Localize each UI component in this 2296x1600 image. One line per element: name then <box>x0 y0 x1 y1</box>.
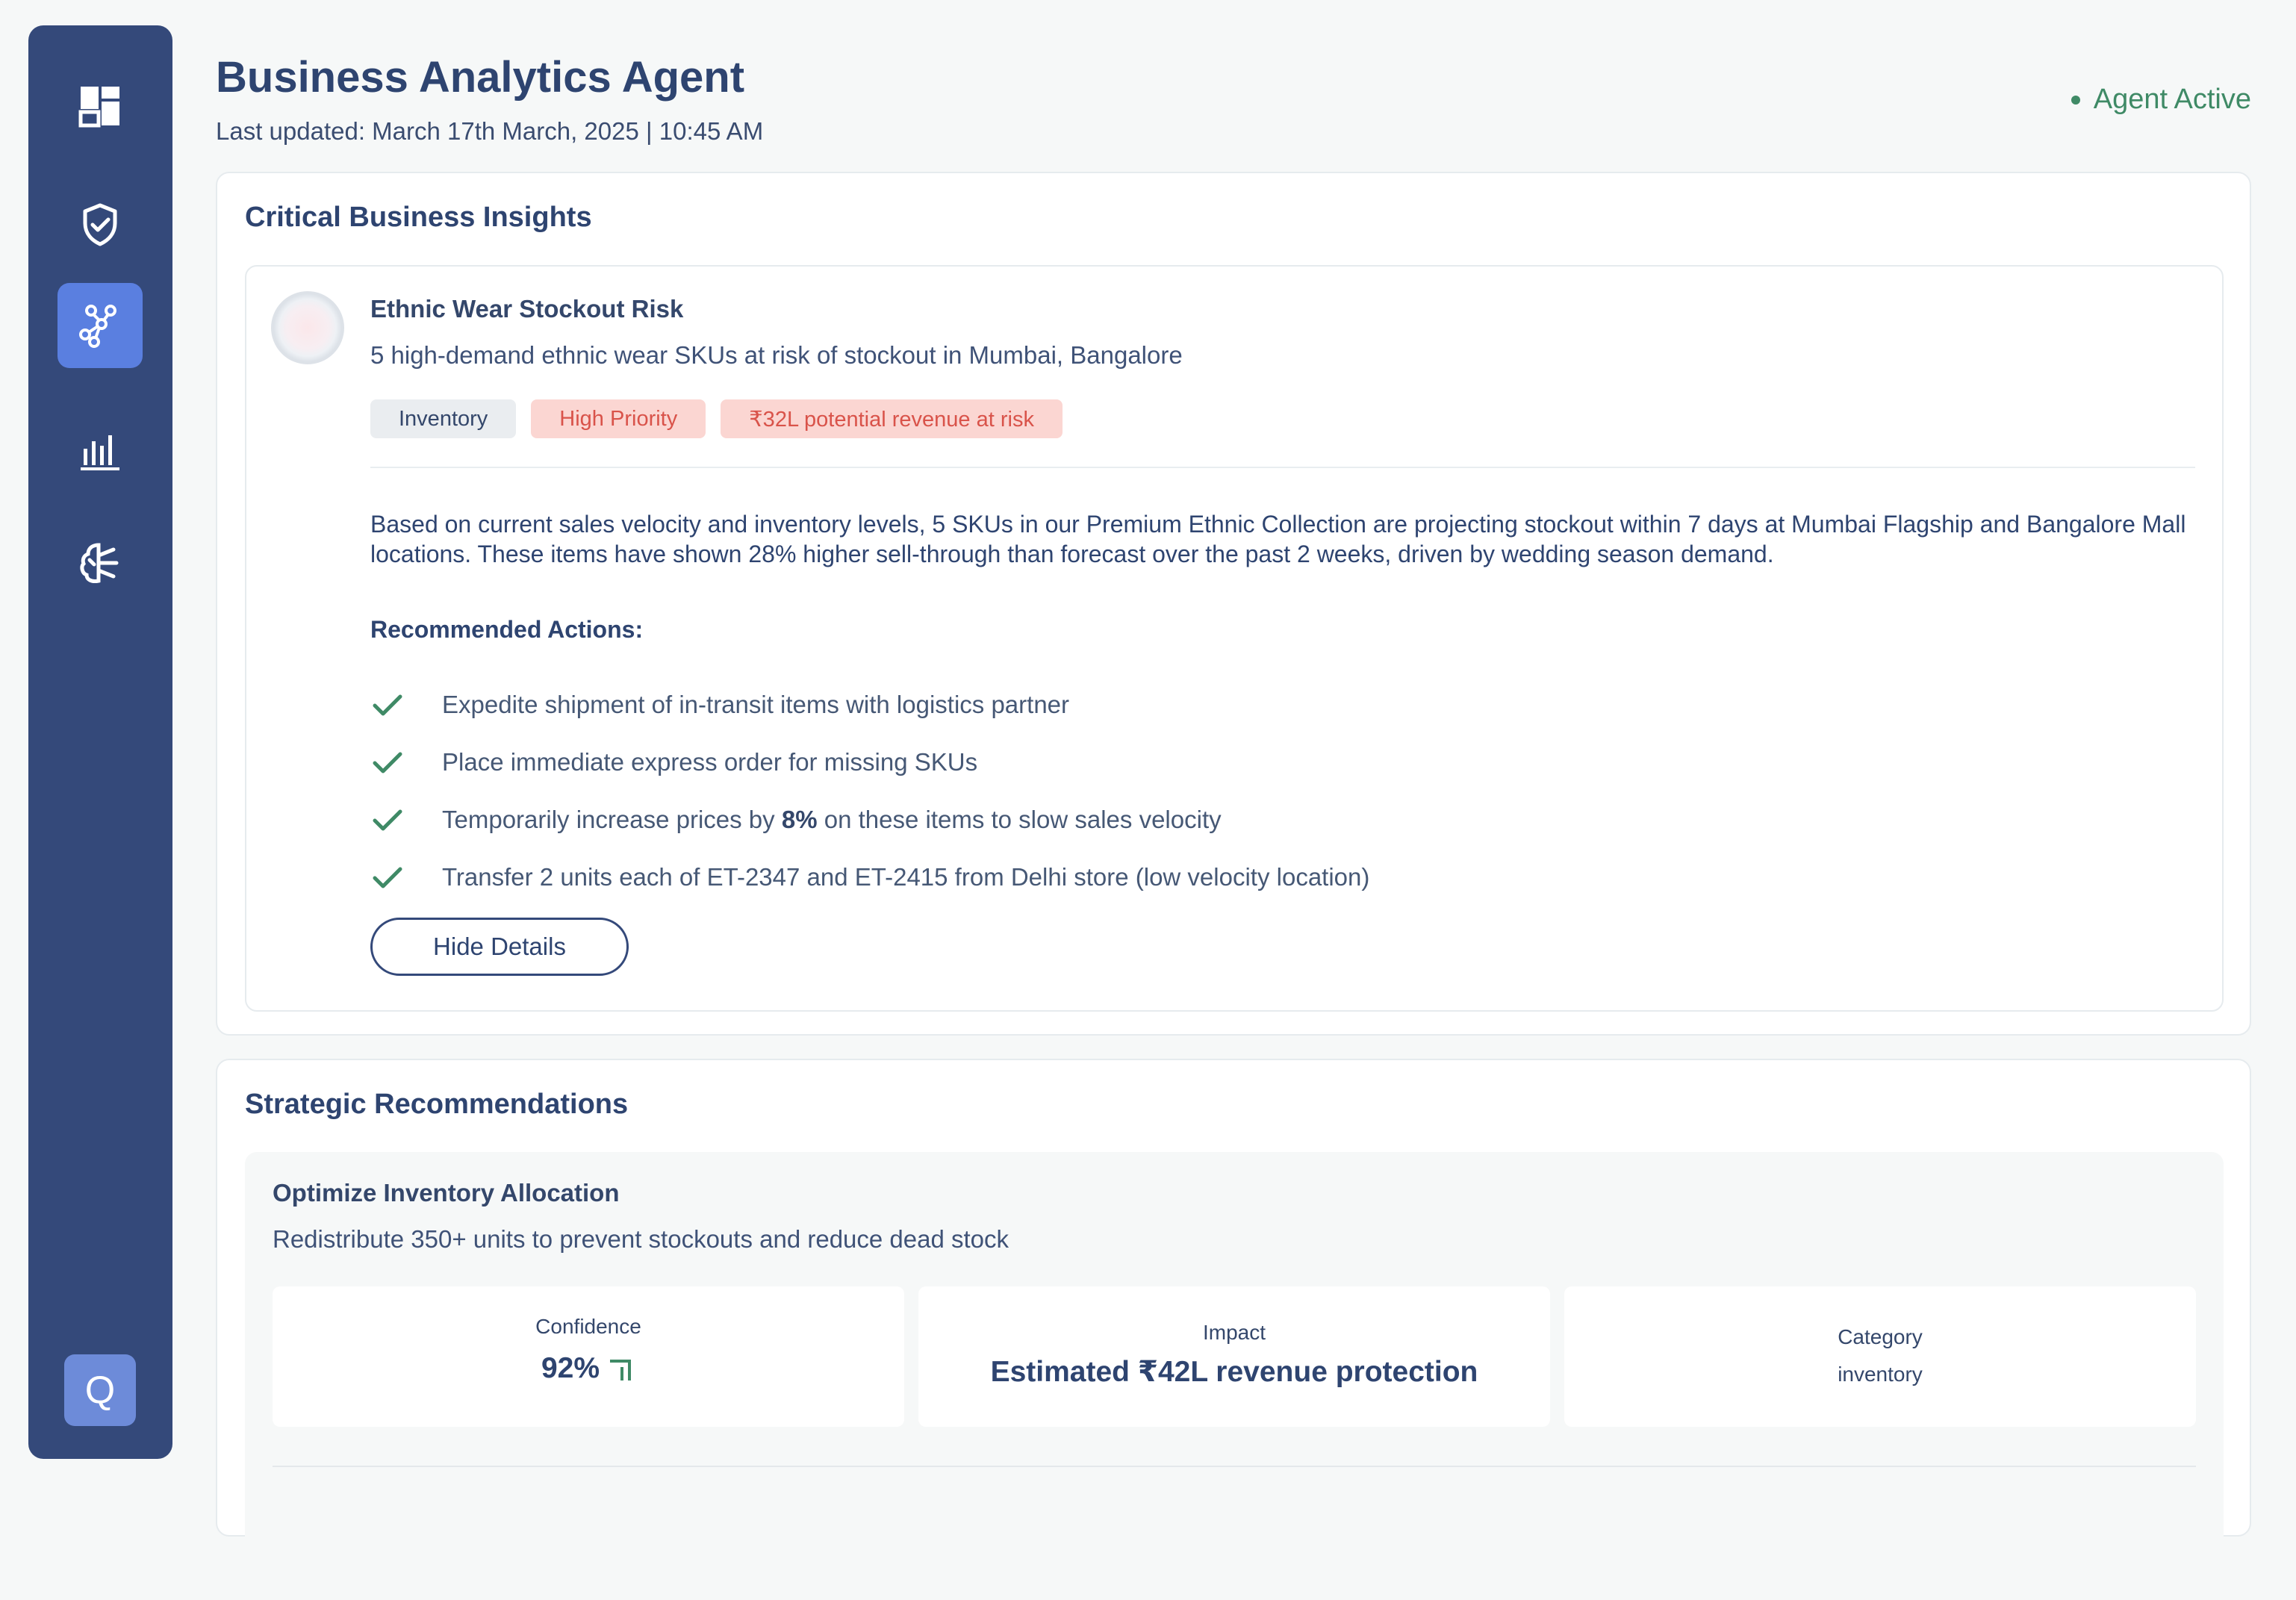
check-icon <box>373 809 402 830</box>
status-dot-icon <box>2071 95 2080 105</box>
insight-description: Based on current sales velocity and inve… <box>370 511 2186 567</box>
agent-status-label: Agent Active <box>2093 84 2251 115</box>
category-label: Category <box>1838 1325 1923 1348</box>
action-text: Place immediate express order for missin… <box>442 747 978 776</box>
sidebar: Q <box>28 25 172 1459</box>
critical-insights-panel: Critical Business Insights Ethnic Wear S… <box>216 172 2251 1036</box>
metric-impact: Impact Estimated ₹42L revenue protection <box>918 1286 1550 1427</box>
brain-circuit-icon <box>80 543 119 583</box>
action-text: Transfer 2 units each of ET-2347 and ET-… <box>442 862 1370 891</box>
strategic-recommendations-panel: Strategic Recommendations Optimize Inven… <box>216 1059 2251 1600</box>
nav-item-dashboard[interactable] <box>57 63 143 149</box>
action-item: Expedite shipment of in-transit items wi… <box>370 676 1369 733</box>
recommended-actions-title: Recommended Actions: <box>370 616 644 643</box>
nav-item-ai[interactable] <box>57 520 143 606</box>
page-title: Business Analytics Agent <box>216 53 745 102</box>
critical-insights-title: Critical Business Insights <box>245 202 592 233</box>
network-nodes-icon <box>79 305 116 348</box>
user-avatar-button[interactable]: Q <box>64 1354 136 1426</box>
action-item: Place immediate express order for missin… <box>370 733 1369 791</box>
confidence-value: 92% <box>541 1352 600 1384</box>
metric-confidence: Confidence 92% <box>273 1286 904 1427</box>
impact-value: Estimated ₹42L revenue protection <box>990 1356 1478 1388</box>
bar-chart-icon <box>81 435 119 470</box>
insight-title: Ethnic Wear Stockout Risk <box>370 295 684 323</box>
hide-details-button[interactable]: Hide Details <box>370 918 629 976</box>
insight-subtitle: 5 high-demand ethnic wear SKUs at risk o… <box>370 341 1183 369</box>
check-icon <box>373 867 402 888</box>
category-value: inventory <box>1838 1363 1923 1386</box>
metric-category: Category inventory <box>1564 1286 2196 1427</box>
price-increase-value: 8% <box>781 805 818 833</box>
recommendation-subtitle: Redistribute 350+ units to prevent stock… <box>273 1225 1009 1253</box>
tag-revenue-risk: ₹32L potential revenue at risk <box>721 399 1063 438</box>
confidence-label: Confidence <box>535 1315 641 1338</box>
recommended-actions-list: Expedite shipment of in-transit items wi… <box>370 676 1369 906</box>
recommendation-title: Optimize Inventory Allocation <box>273 1179 620 1207</box>
action-item: Transfer 2 units each of ET-2347 and ET-… <box>370 848 1369 906</box>
insight-divider <box>370 467 2195 468</box>
recommendation-card: Optimize Inventory Allocation Redistribu… <box>245 1152 2224 1600</box>
shield-check-icon <box>83 203 117 246</box>
impact-label: Impact <box>1202 1321 1266 1344</box>
action-text: Expedite shipment of in-transit items wi… <box>442 690 1070 718</box>
action-text: Temporarily increase prices by 8% on the… <box>442 805 1222 833</box>
last-updated-text: Last updated: March 17th March, 2025 | 1… <box>216 117 764 145</box>
tag-category: Inventory <box>370 399 517 438</box>
nav-item-analytics[interactable] <box>57 408 143 493</box>
trend-up-icon <box>610 1359 632 1380</box>
recommendation-divider <box>273 1466 2196 1467</box>
strategic-recommendations-title: Strategic Recommendations <box>245 1089 629 1120</box>
dashboard-icon <box>78 87 119 128</box>
agent-status-indicator: Agent Active <box>2071 84 2251 116</box>
tag-priority: High Priority <box>531 399 706 438</box>
nav-item-network[interactable] <box>57 283 143 368</box>
check-icon <box>373 694 402 715</box>
insight-tags: Inventory High Priority ₹32L potential r… <box>370 399 1063 438</box>
insight-status-icon <box>271 291 344 364</box>
confidence-value-row: 92% <box>273 1352 904 1385</box>
insight-card: Ethnic Wear Stockout Risk 5 high-demand … <box>245 265 2224 1012</box>
nav-item-security[interactable] <box>57 182 143 267</box>
check-icon <box>373 752 402 773</box>
action-item: Temporarily increase prices by 8% on the… <box>370 791 1369 848</box>
